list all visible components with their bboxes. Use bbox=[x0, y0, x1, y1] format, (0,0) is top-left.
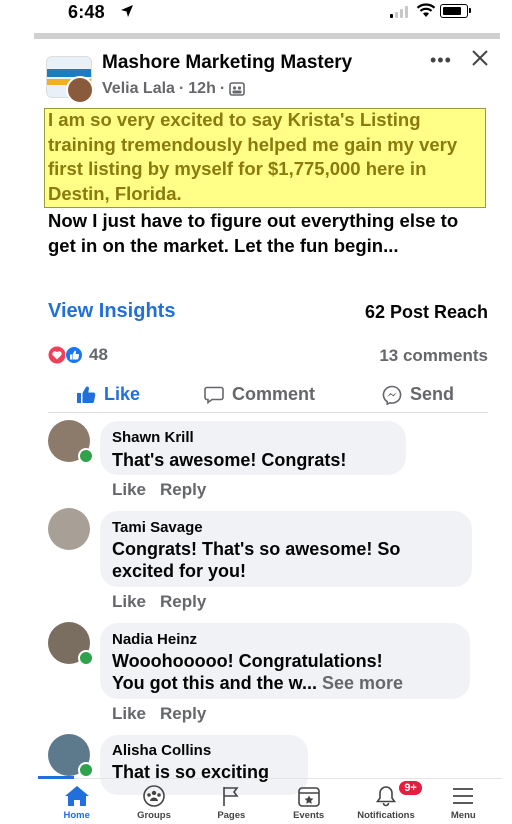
comment-reply-button[interactable]: Reply bbox=[160, 480, 206, 499]
status-time: 6:48 bbox=[68, 2, 105, 22]
nav-home[interactable]: Home bbox=[38, 779, 115, 824]
post-reach: 62 Post Reach bbox=[364, 302, 488, 322]
nav-groups[interactable]: Groups bbox=[115, 779, 192, 824]
post-action-bar: Like Comment Send bbox=[48, 380, 488, 413]
like-button[interactable]: Like bbox=[76, 384, 140, 405]
online-indicator bbox=[78, 650, 94, 666]
reaction-summary[interactable]: 48 bbox=[48, 345, 108, 365]
comment-text: Congrats! That's so awesome! So excited … bbox=[112, 539, 401, 581]
commenter-name[interactable]: Alisha Collins bbox=[112, 742, 211, 759]
love-reaction-icon bbox=[48, 346, 66, 364]
group-name[interactable]: Mashore Marketing Mastery bbox=[102, 52, 352, 74]
flag-icon bbox=[223, 787, 239, 806]
top-divider bbox=[34, 33, 500, 39]
messenger-icon bbox=[382, 385, 402, 405]
comment-actions: Like Reply bbox=[112, 704, 220, 724]
author-name[interactable]: Velia Lala bbox=[102, 80, 175, 98]
commenter-avatar[interactable] bbox=[48, 508, 90, 550]
nav-menu[interactable]: Menu bbox=[425, 779, 502, 824]
comment-like-button[interactable]: Like bbox=[112, 592, 146, 611]
nav-notifications[interactable]: Notifications 9+ bbox=[347, 779, 424, 824]
bell-icon bbox=[375, 786, 397, 807]
home-icon bbox=[64, 786, 89, 806]
battery-icon bbox=[440, 4, 468, 18]
notification-badge: 9+ bbox=[397, 779, 424, 797]
calendar-icon bbox=[297, 787, 320, 807]
group-privacy-icon bbox=[229, 82, 245, 96]
post-text: Now I just have to figure out everything… bbox=[48, 210, 459, 256]
more-options-icon[interactable]: ••• bbox=[430, 50, 452, 71]
post-meta: Velia Lala · 12h · bbox=[102, 80, 245, 98]
comment-text: That's awesome! Congrats! bbox=[112, 450, 347, 470]
comment-like-button[interactable]: Like bbox=[112, 704, 146, 723]
see-more-link[interactable]: See more bbox=[322, 673, 403, 693]
thumbs-up-icon bbox=[77, 386, 96, 403]
hamburger-icon bbox=[453, 788, 474, 804]
commenter-name[interactable]: Tami Savage bbox=[112, 519, 203, 536]
location-arrow-icon bbox=[121, 5, 133, 17]
send-button[interactable]: Send bbox=[382, 384, 454, 405]
commenter-name[interactable]: Shawn Krill bbox=[112, 429, 194, 446]
comment-actions: Like Reply bbox=[112, 480, 220, 500]
online-indicator bbox=[78, 448, 94, 464]
post-time[interactable]: 12h bbox=[188, 80, 216, 98]
comment-like-button[interactable]: Like bbox=[112, 480, 146, 499]
author-avatar[interactable] bbox=[66, 76, 94, 104]
close-icon[interactable] bbox=[470, 48, 490, 68]
comments-count[interactable]: 13 comments bbox=[379, 346, 488, 366]
groups-icon bbox=[143, 785, 165, 807]
comment-button[interactable]: Comment bbox=[204, 384, 315, 405]
online-indicator bbox=[78, 762, 94, 778]
comment-text: Wooohooooo! Congratulations! You got thi… bbox=[112, 651, 404, 693]
comment-reply-button[interactable]: Reply bbox=[160, 592, 206, 611]
bottom-nav: Home Groups Pages Events Notifications 9… bbox=[38, 779, 502, 824]
nav-pages[interactable]: Pages bbox=[193, 779, 270, 824]
status-bar: 6:48 bbox=[0, 0, 512, 32]
comment-icon bbox=[204, 386, 224, 404]
cellular-signal-icon bbox=[390, 6, 408, 18]
commenter-name[interactable]: Nadia Heinz bbox=[112, 631, 197, 648]
comment-reply-button[interactable]: Reply bbox=[160, 704, 206, 723]
reaction-count: 48 bbox=[89, 345, 108, 364]
wifi-icon bbox=[416, 3, 436, 17]
view-insights-link[interactable]: View Insights bbox=[48, 300, 175, 323]
nav-events[interactable]: Events bbox=[270, 779, 347, 824]
post-highlighted-text: I am so very excited to say Krista's Lis… bbox=[48, 109, 458, 204]
comment-actions: Like Reply bbox=[112, 592, 220, 612]
like-reaction-icon bbox=[65, 346, 83, 364]
